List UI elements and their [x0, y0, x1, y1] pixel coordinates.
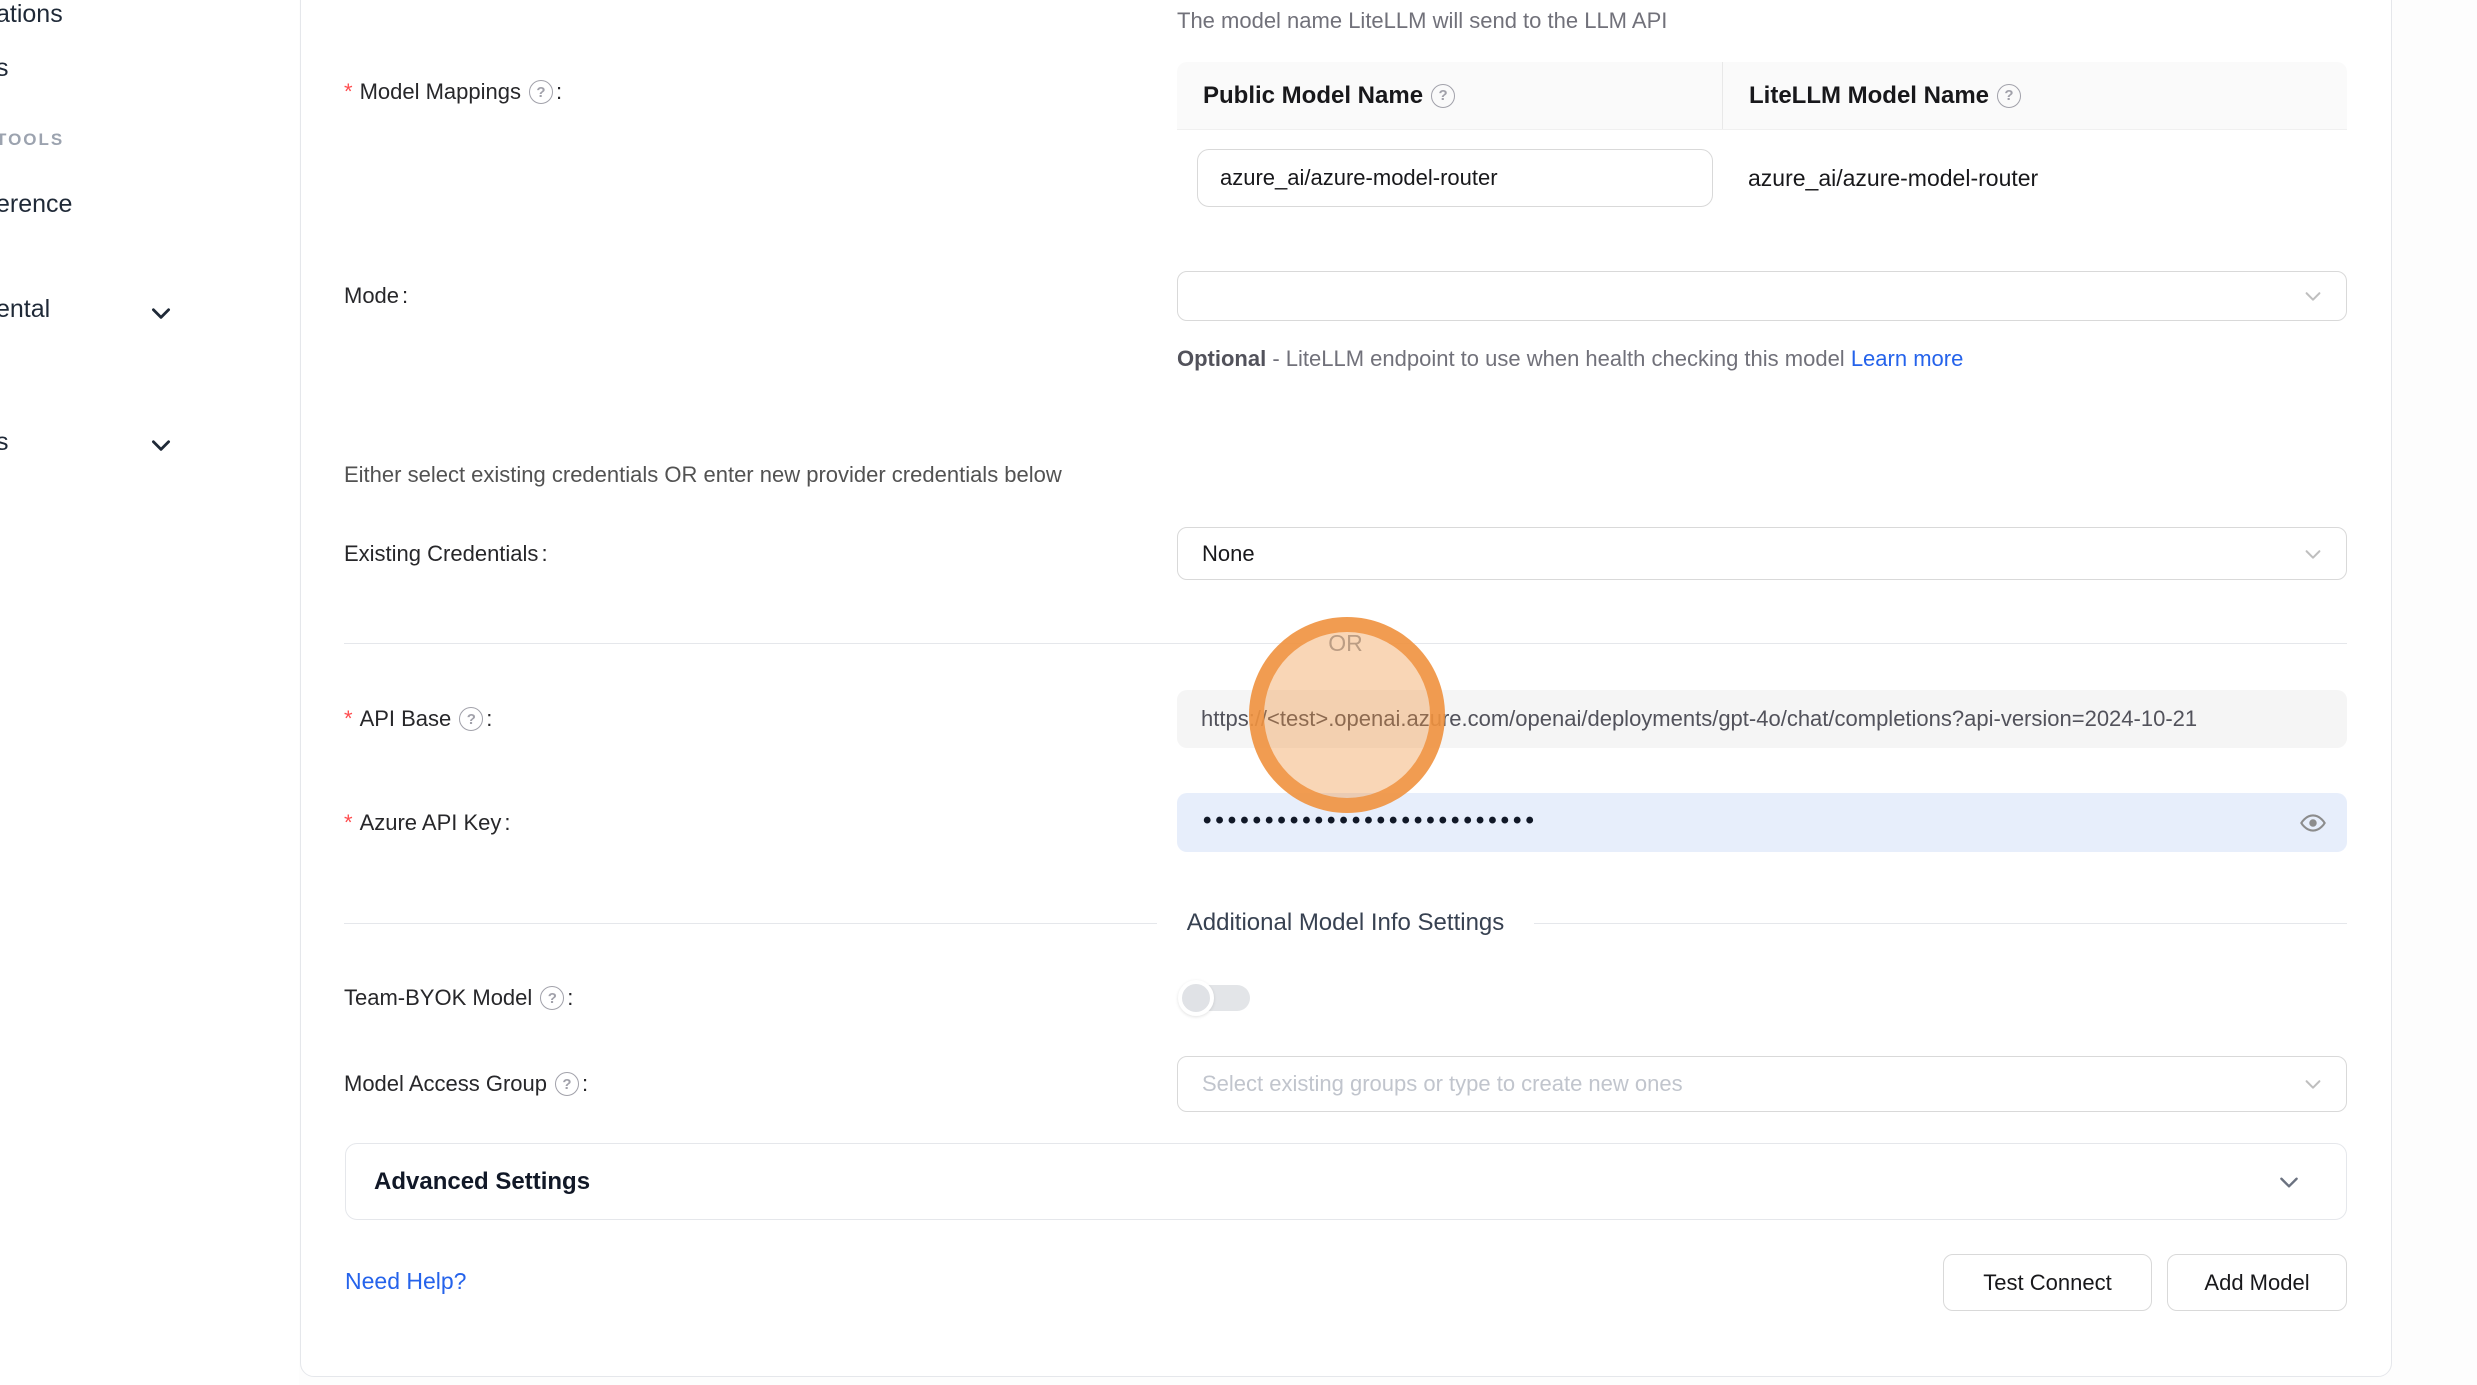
azure-api-key-label-row: * Azure API Key : — [344, 793, 511, 852]
divider-line — [344, 923, 1157, 924]
chevron-down-icon — [2276, 1169, 2302, 1195]
existing-credentials-select[interactable]: None — [1177, 527, 2347, 580]
add-model-button[interactable]: Add Model — [2167, 1254, 2347, 1311]
existing-credentials-value: None — [1202, 541, 1255, 567]
existing-credentials-label-row: Existing Credentials : — [344, 527, 548, 580]
model-name-helper-text: The model name LiteLLM will send to the … — [1177, 8, 1667, 34]
chevron-down-icon — [2302, 1073, 2324, 1095]
label-colon: : — [582, 1071, 588, 1097]
help-question-icon[interactable]: ? — [540, 986, 564, 1010]
help-question-icon[interactable]: ? — [459, 707, 483, 731]
litellm-model-name-header: LiteLLM Model Name ? — [1722, 62, 2347, 129]
additional-settings-divider: Additional Model Info Settings — [344, 906, 2347, 940]
help-question-icon[interactable]: ? — [1997, 84, 2021, 108]
api-base-label-row: * API Base ? : — [344, 690, 492, 748]
model-mappings-table: Public Model Name ? LiteLLM Model Name ?… — [1177, 62, 2347, 226]
label-colon: : — [402, 283, 408, 309]
advanced-settings-panel[interactable]: Advanced Settings — [345, 1143, 2347, 1220]
public-model-name-header-label: Public Model Name — [1203, 82, 1423, 110]
api-base-label: API Base — [360, 706, 452, 732]
team-byok-label: Team-BYOK Model — [344, 985, 532, 1011]
eye-toggle-icon[interactable] — [2299, 809, 2327, 837]
required-asterisk: * — [344, 708, 353, 730]
public-model-name-input[interactable] — [1197, 149, 1713, 207]
chevron-down-icon[interactable] — [148, 300, 174, 326]
label-colon: : — [504, 810, 510, 836]
sidebar-item[interactable]: s — [0, 428, 9, 457]
required-asterisk: * — [344, 812, 353, 834]
mode-label-row: Mode : — [344, 271, 408, 321]
mode-label: Mode — [344, 283, 399, 309]
model-mappings-table-row: azure_ai/azure-model-router — [1177, 130, 2347, 226]
label-colon: : — [567, 985, 573, 1011]
or-divider: OR — [344, 626, 2347, 660]
model-access-group-placeholder: Select existing groups or type to create… — [1202, 1071, 1683, 1097]
mode-hint-bold: Optional — [1177, 346, 1266, 371]
model-mappings-label: Model Mappings — [360, 79, 521, 105]
or-divider-label: OR — [1302, 630, 1389, 657]
label-colon: : — [556, 79, 562, 105]
api-base-input[interactable]: https://<test>.openai.azure.com/openai/d… — [1177, 690, 2347, 748]
toggle-knob — [1178, 980, 1214, 1016]
advanced-settings-title: Advanced Settings — [374, 1168, 2276, 1196]
model-access-group-label-row: Model Access Group ? : — [344, 1056, 588, 1112]
additional-settings-divider-label: Additional Model Info Settings — [1157, 909, 1535, 937]
model-mappings-table-header: Public Model Name ? LiteLLM Model Name ? — [1177, 62, 2347, 130]
help-question-icon[interactable]: ? — [529, 80, 553, 104]
model-access-group-select[interactable]: Select existing groups or type to create… — [1177, 1056, 2347, 1112]
litellm-model-name-header-label: LiteLLM Model Name — [1749, 82, 1989, 110]
sidebar-item[interactable]: s — [0, 54, 9, 83]
team-byok-label-row: Team-BYOK Model ? : — [344, 972, 573, 1024]
learn-more-link[interactable]: Learn more — [1851, 346, 1964, 371]
help-question-icon[interactable]: ? — [1431, 84, 1455, 108]
existing-credentials-label: Existing Credentials — [344, 541, 538, 567]
divider-line — [1534, 923, 2347, 924]
divider-line — [1389, 643, 2347, 644]
credentials-note: Either select existing credentials OR en… — [344, 462, 1062, 488]
sidebar-item[interactable]: ations — [0, 0, 63, 29]
test-connect-button[interactable]: Test Connect — [1943, 1254, 2152, 1311]
mode-hint: Optional - LiteLLM endpoint to use when … — [1177, 340, 1987, 378]
azure-api-key-label: Azure API Key — [360, 810, 502, 836]
divider-line — [344, 643, 1302, 644]
need-help-link[interactable]: Need Help? — [345, 1268, 466, 1295]
sidebar-item[interactable]: ental — [0, 295, 50, 324]
sidebar: ations s TOOLS erence ental s — [0, 0, 299, 1385]
masked-api-key-value: ••••••••••••••••••••••••••• — [1203, 809, 1538, 833]
required-asterisk: * — [344, 81, 353, 103]
model-access-group-label: Model Access Group — [344, 1071, 547, 1097]
label-colon: : — [541, 541, 547, 567]
mode-select[interactable] — [1177, 271, 2347, 321]
chevron-down-icon — [2302, 543, 2324, 565]
label-colon: : — [486, 706, 492, 732]
public-model-name-header: Public Model Name ? — [1177, 62, 1722, 129]
mode-hint-text: - LiteLLM endpoint to use when health ch… — [1266, 346, 1851, 371]
sidebar-section-header: TOOLS — [0, 130, 64, 150]
chevron-down-icon[interactable] — [148, 432, 174, 458]
help-question-icon[interactable]: ? — [555, 1072, 579, 1096]
azure-api-key-input[interactable]: ••••••••••••••••••••••••••• — [1177, 793, 2347, 852]
litellm-model-name-value: azure_ai/azure-model-router — [1722, 165, 2347, 192]
chevron-down-icon — [2302, 285, 2324, 307]
model-mappings-label-row: * Model Mappings ? : — [344, 72, 562, 112]
sidebar-item[interactable]: erence — [0, 190, 72, 219]
team-byok-toggle[interactable] — [1180, 985, 1250, 1011]
